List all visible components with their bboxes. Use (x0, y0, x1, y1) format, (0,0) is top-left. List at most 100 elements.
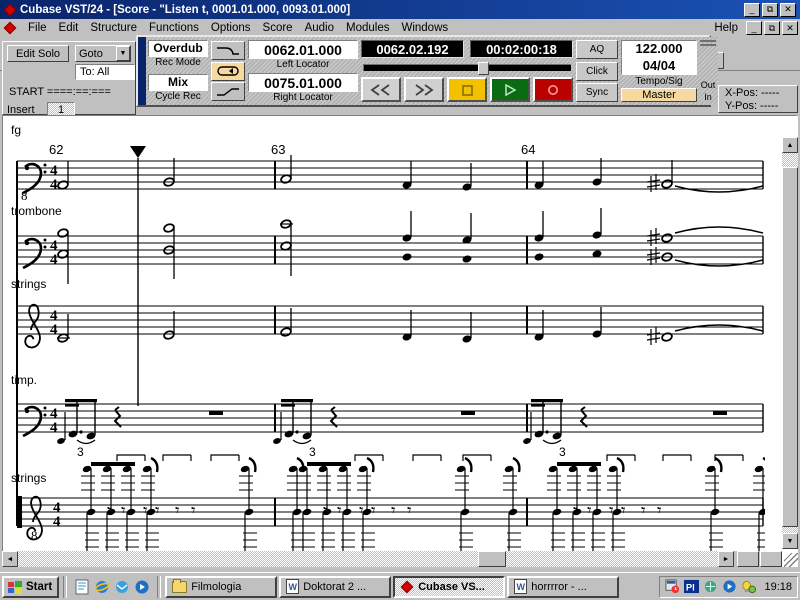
menu-item-structure[interactable]: Structure (84, 21, 143, 35)
rewind-button[interactable] (361, 77, 401, 102)
punch-out-button[interactable] (211, 82, 245, 101)
scroll-left-button[interactable]: ◄ (2, 551, 18, 567)
punch-out-icon (217, 87, 239, 96)
locators-section: 0062.01.000 Left Locator 0075.01.000 Rig… (248, 40, 358, 103)
to-all-field[interactable]: To: All (75, 64, 135, 80)
svg-text:4: 4 (50, 252, 58, 268)
record-button[interactable] (533, 77, 573, 102)
menu-item-edit[interactable]: Edit (53, 21, 85, 35)
svg-text:𝄾: 𝄾 (107, 501, 112, 520)
scroll-up-button[interactable]: ▲ (782, 137, 798, 153)
svg-text:fg: fg (11, 123, 21, 137)
minimize-button[interactable]: _ (744, 2, 760, 17)
menu-item-windows[interactable]: Windows (395, 21, 454, 35)
master-button[interactable]: Master (621, 88, 697, 102)
scroll-right-button[interactable]: ► (718, 551, 734, 567)
vertical-scroll-thumb[interactable] (782, 167, 798, 527)
start-button[interactable]: Start (2, 575, 60, 598)
page-next-button[interactable] (760, 551, 782, 567)
svg-text:𝄾: 𝄾 (155, 501, 160, 520)
menu-item-functions[interactable]: Functions (143, 21, 205, 35)
forward-button[interactable] (404, 77, 444, 102)
aq-button[interactable]: AQ (576, 40, 618, 59)
minimize-icon: _ (751, 22, 757, 33)
horizontal-scrollbar[interactable]: ◄ ► (2, 551, 782, 567)
page-prev-button[interactable] (737, 551, 759, 567)
restore-button[interactable]: ⧉ (762, 2, 778, 17)
taskbar-item-label: Doktorat 2 ... (303, 580, 367, 593)
doc-close-button[interactable]: ✕ (782, 21, 798, 35)
sync-button[interactable]: Sync (576, 83, 618, 102)
svg-text:trombone: trombone (11, 204, 62, 218)
network-icon[interactable] (703, 579, 719, 595)
edit-info-panel: Edit Solo Goto ▼ To: All START ====:==:=… (2, 41, 136, 117)
rec-mode-value[interactable]: Overdub (148, 40, 208, 57)
cycle-rec-value[interactable]: Mix (148, 74, 208, 91)
menu-item-audio[interactable]: Audio (299, 21, 340, 35)
doc-minimize-button[interactable]: _ (746, 21, 762, 35)
transport-buttons (361, 77, 573, 102)
show-desktop-icon[interactable] (74, 579, 90, 595)
menu-item-score[interactable]: Score (257, 21, 299, 35)
to-all-label: To: All (80, 66, 110, 78)
position-bars-display[interactable]: 0062.02.192 (361, 40, 464, 58)
svg-text:𝄾: 𝄾 (371, 501, 376, 520)
media-player-icon[interactable] (134, 579, 150, 595)
score-canvas[interactable]: fg 62 63 64 8 4 4 trombone 4 4 strings 4… (2, 115, 798, 567)
time-signature-value[interactable]: 04/04 (621, 58, 697, 75)
menu-item-options[interactable]: Options (205, 21, 257, 35)
power-tray-icon[interactable] (741, 579, 757, 595)
mouse-position-readout: X-Pos: ----- Y-Pos: ----- (718, 85, 798, 113)
transport-panel[interactable]: Overdub Rec Mode Mix Cycle Rec 0062.01.0… (136, 35, 718, 107)
position-slider[interactable] (363, 62, 571, 75)
document-icon[interactable] (2, 21, 17, 36)
resize-grip[interactable] (784, 553, 798, 567)
position-slider-knob[interactable] (477, 62, 489, 75)
menu-item-help[interactable]: Help (708, 21, 744, 35)
stop-button[interactable] (447, 77, 487, 102)
scheduled-tasks-icon[interactable] (665, 578, 681, 595)
cycle-button[interactable] (211, 61, 245, 81)
horizontal-scroll-track[interactable] (18, 551, 730, 567)
play-button[interactable] (490, 77, 530, 102)
taskbar-item-horrrror[interactable]: W horrrror - ... (507, 575, 620, 598)
svg-text:8: 8 (31, 528, 38, 543)
goto-label: Goto (79, 47, 103, 60)
output-meter (700, 40, 716, 42)
position-time-display[interactable]: 00:02:00:18 (470, 40, 573, 58)
menu-item-modules[interactable]: Modules (340, 21, 395, 35)
edit-solo-button[interactable]: Edit Solo (7, 45, 69, 62)
vertical-scrollbar[interactable]: ▲ ▼ (782, 137, 798, 549)
svg-text:𝄾: 𝄾 (657, 501, 662, 520)
clock[interactable]: 19:18 (760, 581, 792, 593)
internet-explorer-icon[interactable] (94, 579, 110, 595)
left-locator-value[interactable]: 0062.01.000 (248, 40, 358, 59)
punch-in-button[interactable] (211, 41, 245, 60)
scroll-down-button[interactable]: ▼ (782, 533, 798, 549)
svg-text:3: 3 (309, 445, 316, 459)
left-locator-label: Left Locator (276, 59, 330, 70)
doc-restore-button[interactable]: ⧉ (764, 21, 780, 35)
horizontal-scroll-thumb[interactable] (478, 551, 506, 567)
svg-text:𝄾: 𝄾 (143, 501, 148, 520)
vertical-scroll-track[interactable] (782, 153, 798, 533)
click-button[interactable]: Click (576, 61, 618, 81)
svg-text:Pl: Pl (686, 582, 695, 592)
tempo-section: 122.000 04/04 Tempo/Sig Master (621, 40, 697, 102)
taskbar-item-doktorat[interactable]: W Doktorat 2 ... (279, 575, 392, 598)
tempo-value[interactable]: 122.000 (621, 40, 697, 58)
polish-language-icon[interactable]: Pl (684, 579, 700, 595)
punch-in-icon (217, 46, 239, 55)
goto-dropdown[interactable]: Goto ▼ (75, 45, 131, 62)
right-locator-value[interactable]: 0075.01.000 (248, 73, 358, 92)
menu-item-file[interactable]: File (22, 21, 53, 35)
svg-text:𝄾: 𝄾 (573, 501, 578, 520)
media-tray-icon[interactable] (722, 579, 738, 595)
taskbar-item-filmologia[interactable]: Filmologia (165, 575, 278, 598)
close-button[interactable]: ✕ (780, 2, 796, 17)
svg-text:strings: strings (11, 471, 46, 485)
outlook-express-icon[interactable] (114, 579, 130, 595)
transport-drag-handle[interactable] (138, 37, 146, 105)
cycle-rec-label: Cycle Rec (155, 91, 201, 102)
taskbar-item-cubase[interactable]: Cubase VS... (393, 575, 506, 598)
